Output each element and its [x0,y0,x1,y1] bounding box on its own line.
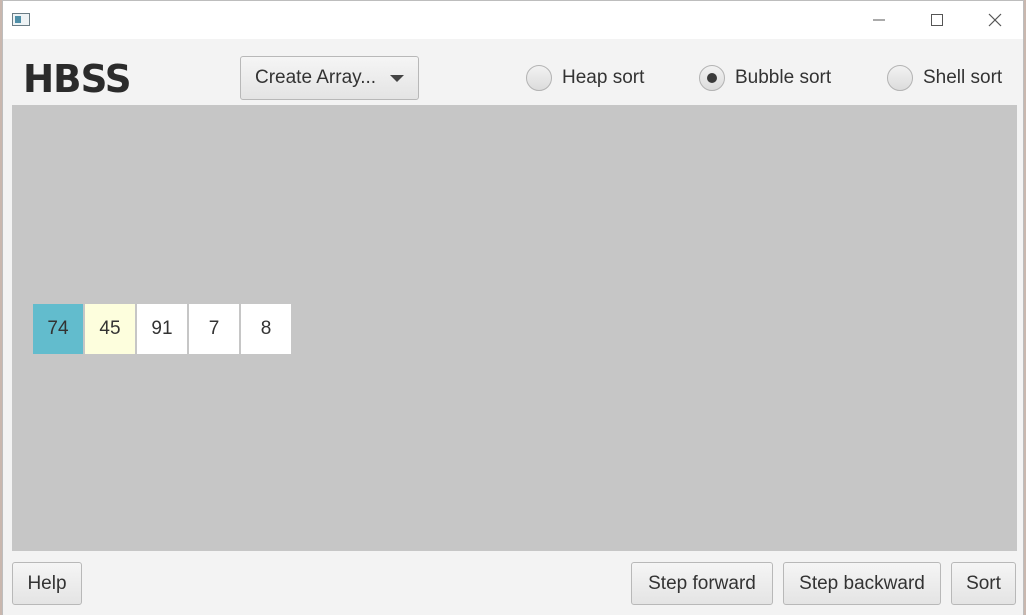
array-cells: 74 45 91 7 8 [33,304,293,354]
radio-label: Shell sort [923,67,1003,88]
close-button[interactable] [966,1,1024,39]
step-forward-button[interactable]: Step forward [631,562,773,605]
radio-button[interactable] [887,65,913,91]
radio-heap-sort[interactable]: Heap sort [526,63,644,93]
maximize-icon [931,14,943,26]
array-cell: 45 [85,304,135,354]
minimize-icon [873,19,885,21]
array-cell: 8 [241,304,291,354]
step-backward-button[interactable]: Step backward [783,562,941,605]
title-bar [3,1,1023,39]
app-logo: HBSS [23,57,132,101]
sort-button[interactable]: Sort [951,562,1016,605]
app-window: HBSS Create Array... Heap sort Bubble so… [2,0,1024,615]
chevron-down-icon [390,75,404,82]
array-cell: 7 [189,304,239,354]
close-icon [988,13,1002,27]
radio-button-selected[interactable] [699,65,725,91]
radio-bubble-sort[interactable]: Bubble sort [699,63,831,93]
help-button[interactable]: Help [12,562,82,605]
array-cell: 91 [137,304,187,354]
radio-shell-sort[interactable]: Shell sort [887,63,1002,93]
maximize-button[interactable] [908,1,966,39]
radio-label: Bubble sort [735,67,832,88]
create-array-dropdown[interactable]: Create Array... [240,56,419,100]
minimize-button[interactable] [850,1,908,39]
visualization-canvas: 74 45 91 7 8 [12,105,1017,551]
radio-button[interactable] [526,65,552,91]
app-window-icon [12,13,30,26]
radio-label: Heap sort [562,67,645,88]
create-array-label: Create Array... [255,67,377,88]
array-cell: 74 [33,304,83,354]
